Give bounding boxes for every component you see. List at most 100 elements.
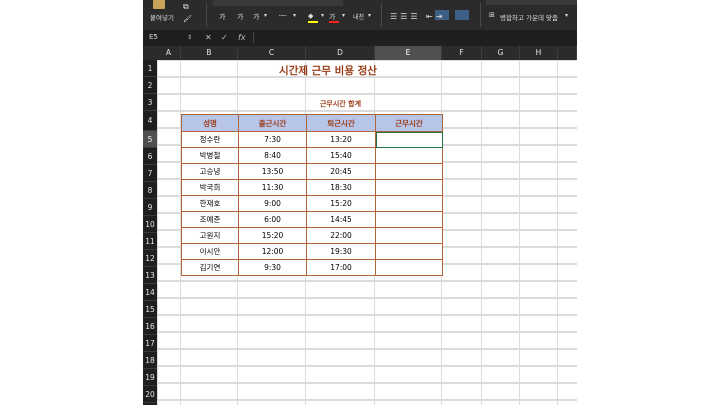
cell-clock-in[interactable]: 6:00	[238, 211, 307, 228]
cell-clock-out[interactable]: 17:00	[306, 259, 376, 276]
cell-work-hours[interactable]	[375, 147, 443, 164]
column-header-h[interactable]: H	[520, 46, 558, 60]
cell-clock-out[interactable]: 20:45	[306, 163, 376, 180]
column-header-g[interactable]: G	[482, 46, 520, 60]
cell-clock-out[interactable]: 19:30	[306, 243, 376, 260]
cell-work-hours[interactable]	[375, 211, 443, 228]
cell-clock-in[interactable]: 7:30	[238, 131, 307, 148]
row-header-1[interactable]: 1	[143, 60, 157, 77]
format-painter-icon[interactable]: 🖌	[183, 15, 192, 23]
cell-clock-in[interactable]: 13:50	[238, 163, 307, 180]
border-icon[interactable]: ┄┄	[279, 12, 287, 20]
wrap-text-button[interactable]	[486, 0, 577, 5]
row-header-14[interactable]: 14	[143, 284, 157, 301]
right-margin	[577, 0, 720, 405]
cancel-icon[interactable]: ✕	[205, 32, 212, 43]
header-name[interactable]: 성명	[181, 114, 239, 132]
merge-icon[interactable]: ⊞	[489, 11, 495, 19]
cell-clock-out[interactable]: 22:00	[306, 227, 376, 244]
row-header-11[interactable]: 11	[143, 233, 157, 250]
row-header-13[interactable]: 13	[143, 267, 157, 284]
italic-button[interactable]: 가	[237, 12, 243, 22]
column-header-e[interactable]: E	[375, 46, 442, 60]
cell-work-hours[interactable]	[375, 195, 443, 212]
header-clock-in[interactable]: 출근시간	[238, 114, 307, 132]
row-header-2[interactable]: 2	[143, 77, 157, 94]
font-color-dropdown-icon[interactable]: ▾	[342, 12, 345, 19]
row-header-19[interactable]: 19	[143, 369, 157, 386]
column-header-d[interactable]: D	[306, 46, 375, 60]
cell-clock-in[interactable]: 9:00	[238, 195, 307, 212]
row-header-20[interactable]: 20	[143, 386, 157, 403]
underline-button[interactable]: 가	[253, 12, 259, 22]
phonetic-button[interactable]: 내천	[353, 12, 364, 21]
cell-clock-out[interactable]: 14:45	[306, 211, 376, 228]
row-header-3[interactable]: 3	[143, 94, 157, 111]
cell-work-hours[interactable]	[375, 179, 443, 196]
merge-dropdown-icon[interactable]: ▾	[565, 12, 568, 19]
cell-name[interactable]: 김기연	[181, 259, 239, 276]
cell-clock-in[interactable]: 15:20	[238, 227, 307, 244]
cell-clock-in[interactable]: 8:40	[238, 147, 307, 164]
confirm-icon[interactable]: ✓	[221, 32, 228, 43]
row-header-9[interactable]: 9	[143, 199, 157, 216]
row-header-12[interactable]: 12	[143, 250, 157, 267]
cell-work-hours[interactable]	[375, 243, 443, 260]
fill-color-icon[interactable]: ◆	[308, 12, 313, 20]
row-header-16[interactable]: 16	[143, 318, 157, 335]
table-row: 한재호 9:00 15:20	[181, 195, 443, 212]
cell-name[interactable]: 정수란	[181, 131, 239, 148]
phonetic-dropdown-icon[interactable]: ▾	[368, 12, 371, 19]
row-header-10[interactable]: 10	[143, 216, 157, 233]
column-header-c[interactable]: C	[238, 46, 306, 60]
column-header-b[interactable]: B	[181, 46, 238, 60]
cell-name[interactable]: 이시안	[181, 243, 239, 260]
merge-center-button[interactable]: 병합하고 가운데 맞춤	[500, 12, 558, 22]
row-header-17[interactable]: 17	[143, 335, 157, 352]
cell-name[interactable]: 조예준	[181, 211, 239, 228]
column-header-f[interactable]: F	[442, 46, 482, 60]
row-header-6[interactable]: 6	[143, 148, 157, 165]
column-header-a[interactable]: A	[157, 46, 181, 60]
cell-name[interactable]: 고원지	[181, 227, 239, 244]
row-header-8[interactable]: 8	[143, 182, 157, 199]
cell-name[interactable]: 한재호	[181, 195, 239, 212]
row-header-5[interactable]: 5	[143, 131, 157, 148]
cell-work-hours[interactable]	[375, 163, 443, 180]
row-header-15[interactable]: 15	[143, 301, 157, 318]
row-header-7[interactable]: 7	[143, 165, 157, 182]
header-clock-out[interactable]: 퇴근시간	[306, 114, 376, 132]
cell-clock-out[interactable]: 18:30	[306, 179, 376, 196]
bold-button[interactable]: 가	[219, 12, 225, 22]
select-all-corner[interactable]	[143, 46, 157, 60]
row-header-18[interactable]: 18	[143, 352, 157, 369]
name-box-dropdown-icon[interactable]: ⇕	[187, 32, 192, 43]
cell-clock-out[interactable]: 13:20	[306, 131, 376, 148]
name-box[interactable]: E5	[147, 32, 201, 43]
cell-clock-in[interactable]: 9:30	[238, 259, 307, 276]
cell-name[interactable]: 박병철	[181, 147, 239, 164]
row-header-4[interactable]: 4	[143, 111, 157, 131]
formula-input[interactable]	[253, 32, 574, 43]
cell-name[interactable]: 고승녕	[181, 163, 239, 180]
cell-clock-out[interactable]: 15:20	[306, 195, 376, 212]
cell-clock-out[interactable]: 15:40	[306, 147, 376, 164]
cell-work-hours[interactable]	[375, 259, 443, 276]
paste-icon[interactable]	[153, 0, 165, 9]
active-cell-e5[interactable]	[375, 131, 443, 148]
cell-work-hours[interactable]	[375, 227, 443, 244]
cell-clock-in[interactable]: 11:30	[238, 179, 307, 196]
alignment-icons[interactable]: ☰☰☰ ⇤⇥	[390, 12, 445, 21]
font-name-box[interactable]	[213, 0, 343, 6]
copy-icon[interactable]: ⧉	[183, 2, 189, 12]
underline-dropdown-icon[interactable]: ▾	[264, 12, 267, 19]
cell-clock-in[interactable]: 12:00	[238, 243, 307, 260]
wrap-selected	[455, 10, 469, 20]
fill-dropdown-icon[interactable]: ▾	[321, 12, 324, 19]
ribbon-divider	[381, 3, 382, 27]
header-work-hours[interactable]: 근무시간	[375, 114, 443, 132]
insert-function-icon[interactable]: fx	[238, 32, 246, 43]
cell-name[interactable]: 박국희	[181, 179, 239, 196]
paste-button-label[interactable]: 붙여넣기	[150, 12, 174, 22]
border-dropdown-icon[interactable]: ▾	[293, 12, 296, 19]
